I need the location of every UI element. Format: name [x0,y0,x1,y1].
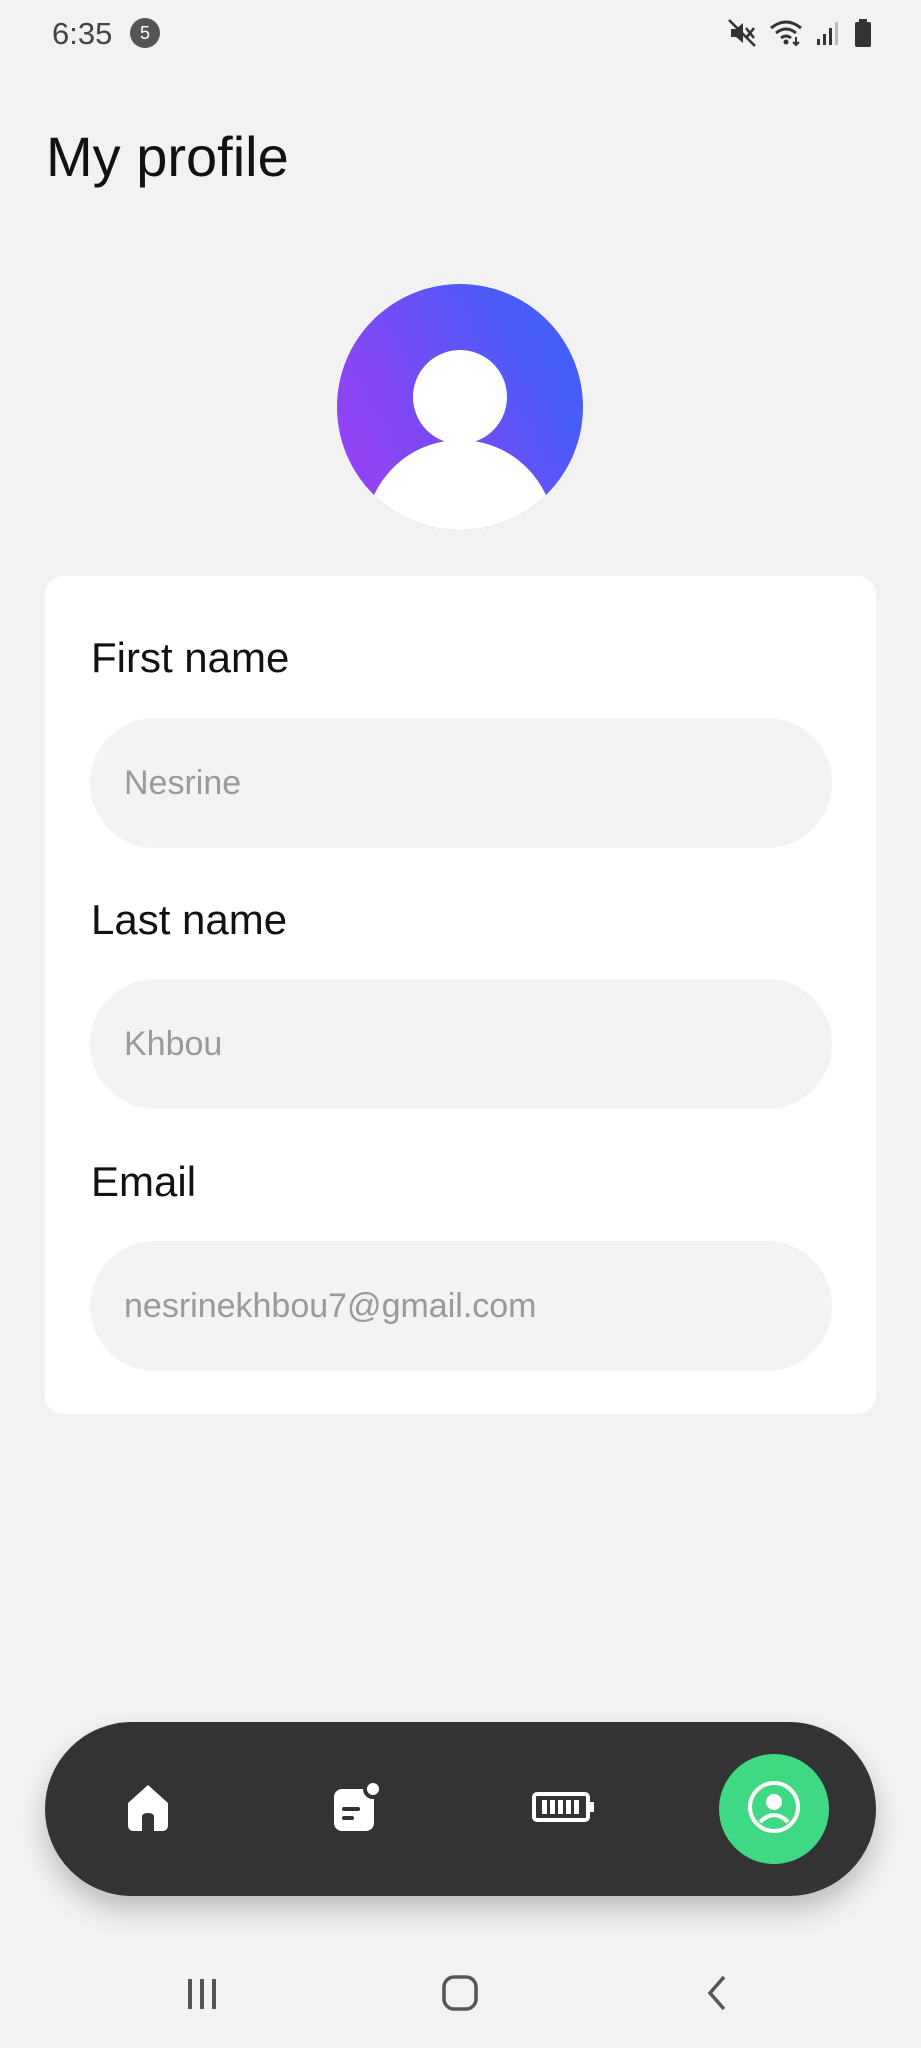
email-label: Email [91,1158,197,1205]
last-name-label: Last name [91,896,288,943]
status-icons [727,18,873,53]
home-icon [120,1779,176,1840]
first-name-field[interactable] [90,718,832,848]
nav-profile[interactable] [719,1754,829,1864]
notification-count-badge: 5 [130,18,160,48]
signal-icon [815,19,841,52]
status-bar: 6:35 5 [0,0,921,68]
back-button[interactable] [668,1950,768,2040]
system-nav [0,1950,921,2048]
mute-icon [727,18,757,53]
home-button-icon [440,1973,480,2018]
profile-card: First name Last name Email [45,576,876,1414]
user-avatar-icon [337,350,583,530]
status-time: 6:35 [52,16,113,51]
avatar[interactable] [337,284,583,530]
last-name-field[interactable] [90,979,832,1109]
notes-icon [326,1777,386,1842]
wifi-icon [769,19,803,52]
profile-icon [745,1778,803,1841]
page-title: My profile [46,125,289,188]
home-button[interactable] [410,1950,510,2040]
first-name-label: First name [91,634,290,681]
recents-button[interactable] [152,1950,252,2040]
back-icon [698,1973,738,2018]
email-field[interactable] [90,1241,832,1371]
nav-battery[interactable] [509,1754,619,1864]
recents-icon [182,1973,222,2018]
nav-home[interactable] [93,1754,203,1864]
nav-notes[interactable] [301,1754,411,1864]
bottom-nav [45,1722,876,1896]
battery-icon [531,1787,597,1832]
battery-icon [853,18,873,53]
